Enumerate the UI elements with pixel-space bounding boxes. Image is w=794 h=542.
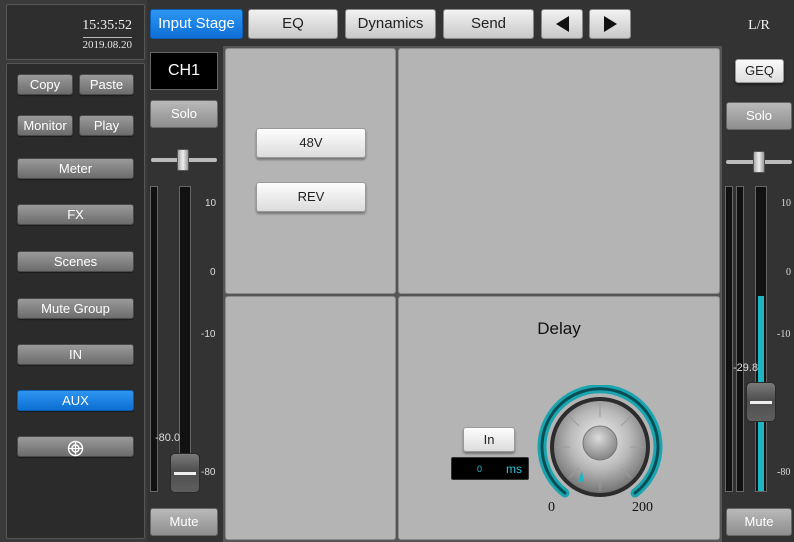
triangle-left-icon [555,16,569,33]
channel-scale-minus10: -10 [201,329,216,340]
channel-scale-0: 0 [210,267,216,278]
delay-value-display[interactable]: 0 ms [451,457,529,480]
sidebar-item-aux[interactable]: AUX [17,390,134,411]
monitor-button[interactable]: Monitor [17,115,73,136]
channel-solo-button[interactable]: Solo [150,100,218,128]
phantom-48v-button[interactable]: 48V [256,128,366,158]
channel-fader-cap[interactable] [170,453,200,493]
tab-input-stage[interactable]: Input Stage [150,9,243,39]
delay-min-label: 0 [548,500,555,515]
clock-display: 15:35:52 2019.08.20 [6,4,145,60]
master-fader-cap[interactable] [746,382,776,422]
lower-left-panel [225,296,396,540]
master-scale-minus80: -80 [777,467,791,478]
channel-scale-minus80: -80 [201,467,216,478]
master-fader-track [755,186,767,492]
delay-unit: ms [506,462,522,476]
play-button[interactable]: Play [79,115,134,136]
channel-pan-knob[interactable] [177,149,189,171]
tab-dynamics[interactable]: Dynamics [345,9,436,39]
channel-mute-button[interactable]: Mute [150,508,218,536]
target-icon [67,440,84,457]
master-solo-button[interactable]: Solo [726,102,792,130]
sidebar-item-meter[interactable]: Meter [17,158,134,179]
delay-knob[interactable] [534,385,666,505]
delay-value: 0 [477,464,483,474]
triangle-right-icon [603,16,617,33]
channel-name: CH1 [150,52,218,90]
sidebar-item-fx[interactable]: FX [17,204,134,225]
delay-title: Delay [537,319,581,338]
channel-fader-track [179,186,191,492]
master-fader-value: -29.8 [733,362,759,374]
reverse-polarity-button[interactable]: REV [256,182,366,212]
master-meter-left [725,186,733,492]
master-mute-button[interactable]: Mute [726,508,792,536]
master-meter-right [736,186,744,492]
sidebar-item-in[interactable]: IN [17,344,134,365]
master-scale-10: 10 [781,198,791,209]
paste-button[interactable]: Paste [79,74,134,95]
channel-fader-value: -80.0 [155,432,181,444]
master-balance-knob[interactable] [753,151,765,173]
clock-time: 15:35:52 [82,18,132,33]
master-scale-0: 0 [786,267,791,278]
copy-button[interactable]: Copy [17,74,73,95]
sidebar: Copy Paste Monitor Play Meter FX Scenes … [6,63,145,539]
channel-scale-10: 10 [205,198,217,209]
delay-in-button[interactable]: In [463,427,515,452]
top-tab-bar: Input Stage EQ Dynamics Send [147,0,722,46]
sidebar-item-mute-group[interactable]: Mute Group [17,298,134,319]
delay-max-label: 200 [632,500,653,515]
master-name: L/R [748,18,770,33]
next-channel-button[interactable] [589,9,631,39]
upper-right-panel [398,48,720,294]
delay-panel: Delay In 0 ms 0 200 [398,296,720,540]
channel-meter [150,186,158,492]
prev-channel-button[interactable] [541,9,583,39]
master-scale-minus10: -10 [777,329,791,340]
tab-send[interactable]: Send [443,9,534,39]
clock-date: 2019.08.20 [82,37,132,51]
tab-eq[interactable]: EQ [248,9,338,39]
sidebar-item-scenes[interactable]: Scenes [17,251,134,272]
input-options-panel: 48V REV [225,48,396,294]
geq-button[interactable]: GEQ [735,59,784,83]
target-button[interactable] [17,436,134,457]
